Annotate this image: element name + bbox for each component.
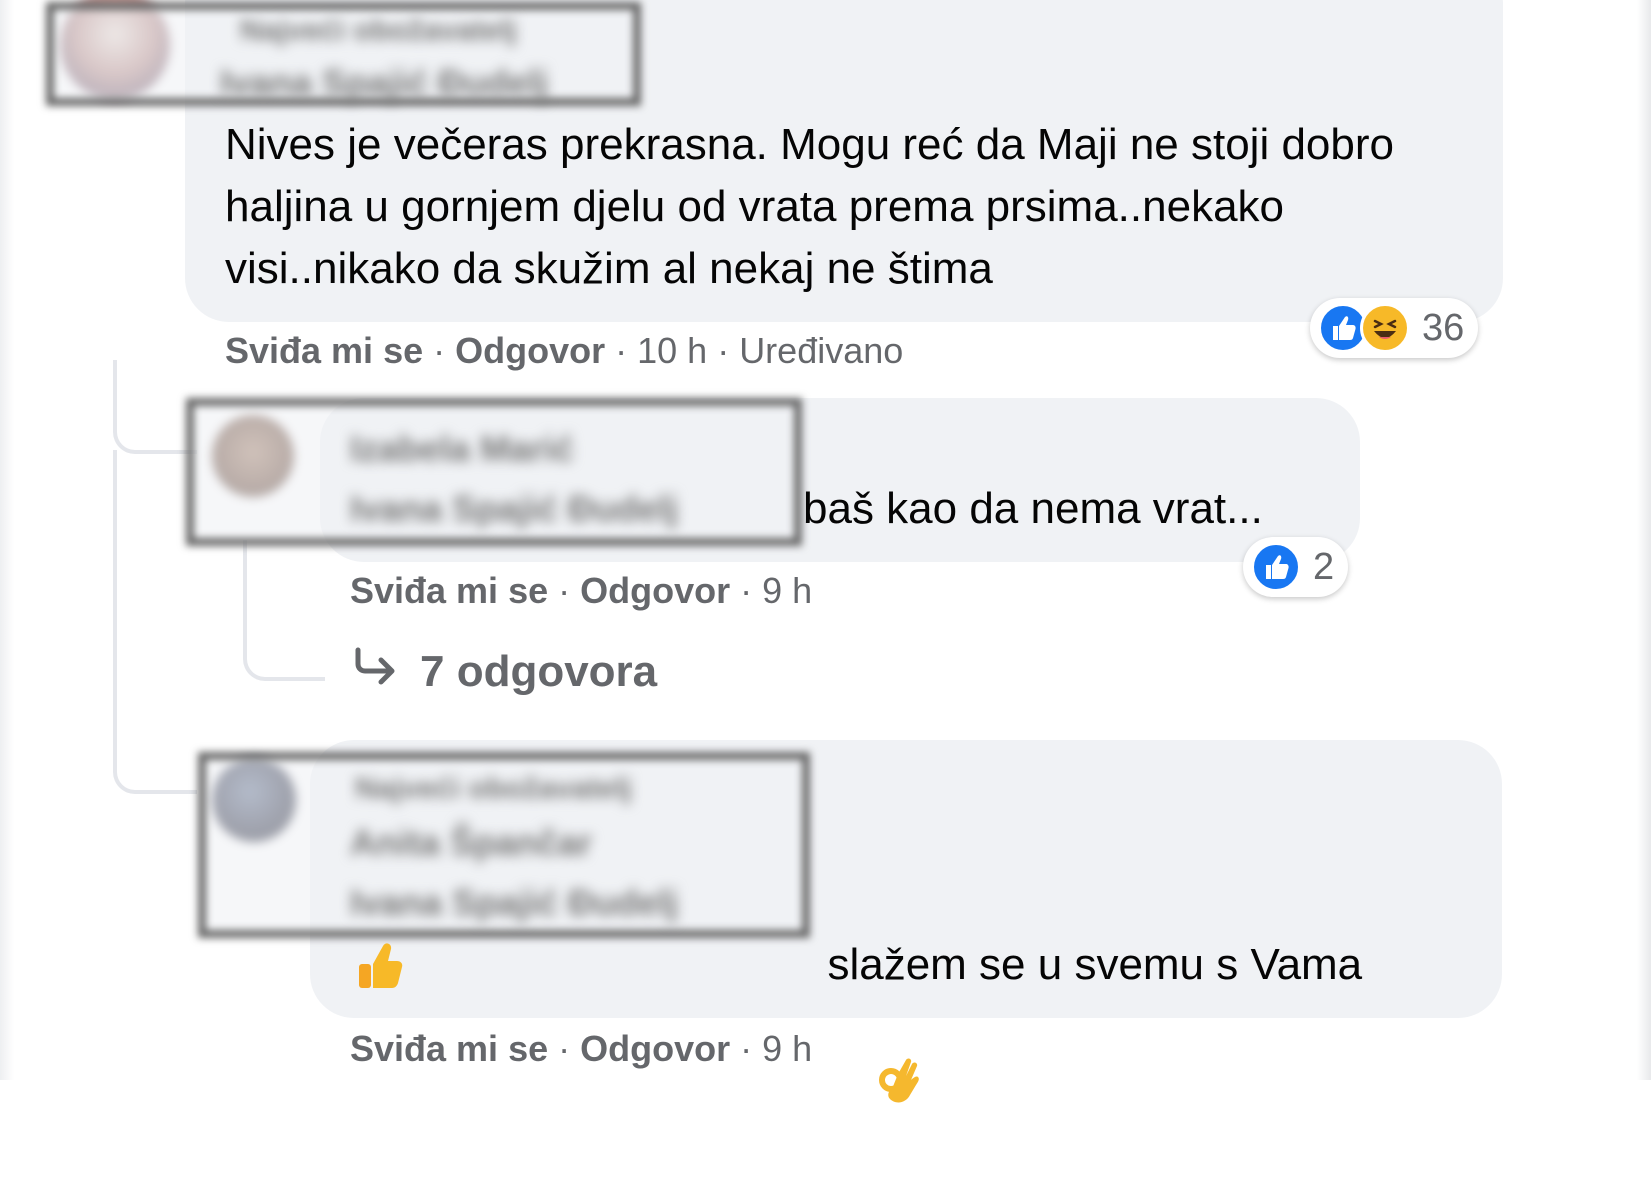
thread-connector <box>113 450 197 794</box>
reply-button[interactable]: Odgovor <box>580 1028 730 1070</box>
like-button[interactable]: Sviđa mi se <box>350 1028 548 1070</box>
timestamp[interactable]: 9 h <box>762 1028 812 1070</box>
author-name[interactable]: Ivana Spajić Đudelj <box>220 62 548 104</box>
mention-tag[interactable]: Ivana Spajić Đudelj <box>350 488 678 530</box>
like-button[interactable]: Sviđa mi se <box>225 330 423 372</box>
reaction-summary[interactable]: 2 <box>1243 537 1349 597</box>
separator: · <box>615 330 628 371</box>
thumbs-up-icon <box>1251 542 1301 592</box>
separator: · <box>717 330 730 371</box>
comment-actions: Sviđa mi se · Odgovor · 9 h <box>350 570 812 612</box>
comment-text: baš kao da nema vrat... <box>803 484 1263 533</box>
comment-text: Nives je večeras prekrasna. Mogu reć da … <box>225 120 1407 293</box>
reply-button[interactable]: Odgovor <box>455 330 605 372</box>
comment-text-body: slažem se u svemu s Vama <box>827 940 1363 989</box>
author-name[interactable]: Izabela Marić <box>350 428 574 470</box>
thread-connector <box>113 360 197 454</box>
reply-button[interactable]: Odgovor <box>580 570 730 612</box>
mention-tag[interactable]: Ivana Spajić Đudelj <box>350 882 678 924</box>
reaction-summary[interactable]: 36 <box>1310 298 1479 358</box>
edited-label[interactable]: Uređivano <box>739 330 903 372</box>
separator: · <box>558 570 571 611</box>
replies-count-label: 7 odgovora <box>420 646 658 696</box>
reaction-count: 36 <box>1422 306 1465 349</box>
comment-actions: Sviđa mi se · Odgovor · 10 h · Uređivano <box>225 330 903 372</box>
thumbs-up-emoji <box>355 940 403 997</box>
reply-thread-connector <box>243 540 325 681</box>
timestamp[interactable]: 9 h <box>762 570 812 612</box>
comment-actions: Sviđa mi se · Odgovor · 9 h <box>350 1028 812 1070</box>
author-badge: Najveći obožavatelj <box>355 772 632 805</box>
ok-hand-emoji <box>827 996 922 1189</box>
separator: · <box>558 1028 571 1069</box>
separator: · <box>433 330 446 371</box>
timestamp[interactable]: 10 h <box>637 330 707 372</box>
author-name[interactable]: Anita Špančar <box>350 822 592 864</box>
separator: · <box>740 570 753 611</box>
reply-arrow-icon <box>352 646 398 697</box>
comment-text: slažem se u svemu s Vama <box>803 872 1362 1189</box>
view-replies-link[interactable]: 7 odgovora <box>352 646 657 697</box>
reaction-count: 2 <box>1313 545 1335 588</box>
like-button[interactable]: Sviđa mi se <box>350 570 548 612</box>
author-badge: Najveći obožavatelj <box>240 14 517 47</box>
separator: · <box>740 1028 753 1069</box>
laughing-face-icon <box>1360 303 1410 353</box>
